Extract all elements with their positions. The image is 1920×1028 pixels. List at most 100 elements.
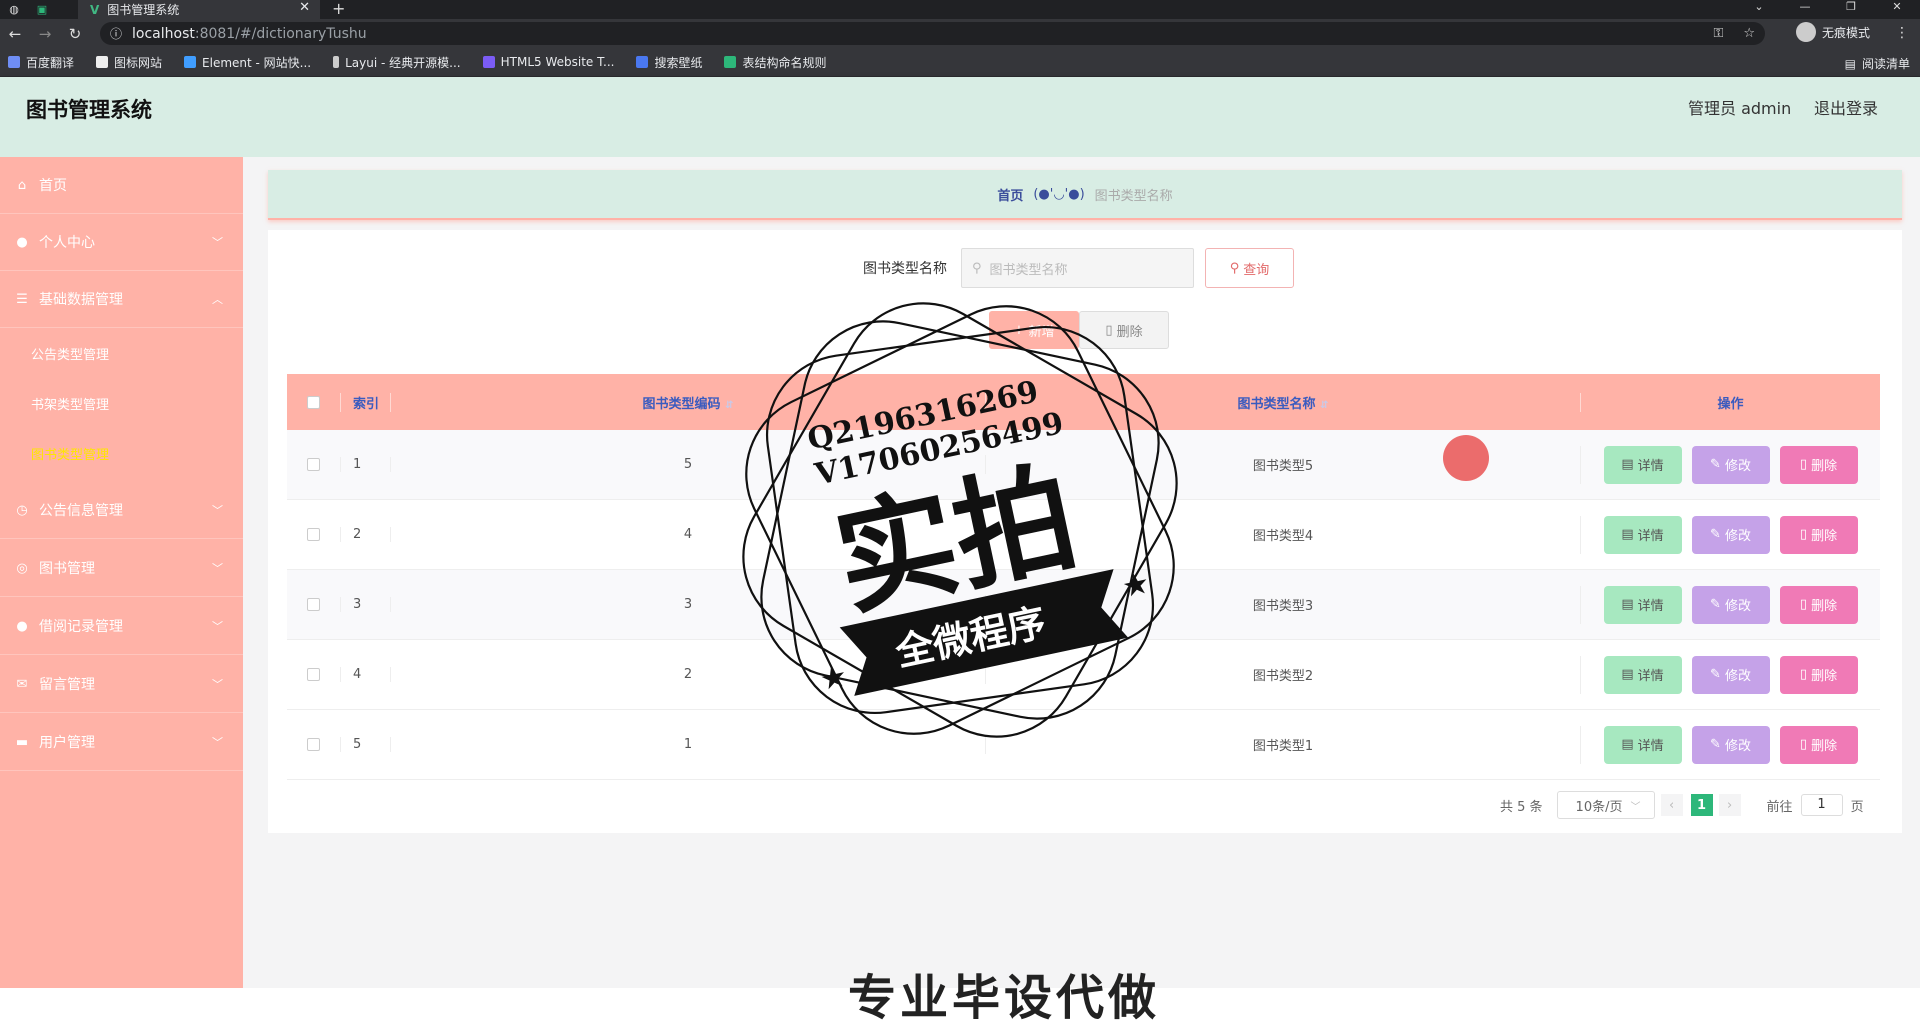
delete-button[interactable]: ▯ 删除 bbox=[1779, 725, 1858, 764]
goto-suffix: 页 bbox=[1850, 799, 1864, 815]
delete-button[interactable]: ▯ 删除 bbox=[1779, 585, 1858, 624]
sidebar-item-users[interactable]: ▬ 用户管理 ﹀ bbox=[0, 714, 243, 771]
edit-button[interactable]: ✎ 修改 bbox=[1691, 515, 1770, 554]
close-tab-icon[interactable]: ✕ bbox=[299, 0, 310, 15]
sidebar-item-profile[interactable]: ● 个人中心 ﹀ bbox=[0, 214, 243, 271]
total-count: 共 5 条 bbox=[1500, 799, 1543, 815]
sidebar-item-borrow[interactable]: ● 借阅记录管理 ﹀ bbox=[0, 598, 243, 655]
mail-icon: ✉ bbox=[16, 676, 28, 692]
home-icon: ⌂ bbox=[17, 177, 27, 193]
new-tab-button[interactable]: + bbox=[332, 0, 345, 18]
detail-button[interactable]: ▤ 详情 bbox=[1603, 515, 1682, 554]
sidebar-item-base-data[interactable]: ☰ 基础数据管理 ︿ bbox=[0, 271, 243, 328]
delete-button[interactable]: ▯ 删除 bbox=[1779, 515, 1858, 554]
bookmark-item[interactable]: 表结构命名规则 bbox=[724, 54, 826, 71]
row-checkbox[interactable] bbox=[307, 668, 320, 681]
bookmark-item[interactable]: Element - 网站快... bbox=[184, 54, 311, 71]
browser-menu-icon[interactable]: ⋮ bbox=[1895, 25, 1909, 41]
reading-list-icon: ▤ bbox=[1844, 56, 1856, 71]
col-header-index: 索引 bbox=[340, 392, 390, 412]
trash-icon: ▯ bbox=[1799, 667, 1808, 682]
bookmarks-bar: 百度翻译 图标网站 Element - 网站快... Layui - 经典开源模… bbox=[0, 48, 1920, 77]
pencil-icon: ✎ bbox=[1710, 597, 1721, 612]
reload-icon[interactable]: ↻ bbox=[60, 25, 90, 43]
search-placeholder: 图书类型名称 bbox=[989, 262, 1068, 278]
bookmark-item[interactable]: 搜索壁纸 bbox=[636, 54, 702, 71]
bookmark-item[interactable]: Layui - 经典开源模... bbox=[333, 54, 461, 71]
reading-list[interactable]: ▤ 阅读清单 bbox=[1845, 55, 1910, 72]
restore-icon[interactable]: ❐ bbox=[1828, 0, 1874, 13]
sidebar-item-notice[interactable]: ◷ 公告信息管理 ﹀ bbox=[0, 482, 243, 539]
forward-icon[interactable]: → bbox=[30, 25, 60, 43]
sidebar-item-books[interactable]: ◎ 图书管理 ﹀ bbox=[0, 540, 243, 597]
detail-button[interactable]: ▤ 详情 bbox=[1603, 655, 1682, 694]
url-path: :8081/#/dictionaryTushu bbox=[194, 25, 367, 42]
sidebar-item-messages[interactable]: ✉ 留言管理 ﹀ bbox=[0, 656, 243, 713]
pencil-icon: ✎ bbox=[1710, 667, 1721, 682]
close-window-icon[interactable]: ✕ bbox=[1874, 0, 1920, 13]
app-header: 图书管理系统 管理员 admin 退出登录 bbox=[0, 77, 1920, 157]
edit-button[interactable]: ✎ 修改 bbox=[1691, 655, 1770, 694]
chevron-up-icon: ︿ bbox=[212, 293, 223, 306]
search-icon: ⚲ bbox=[1229, 260, 1240, 276]
bookmark-item[interactable]: 图标网站 bbox=[96, 54, 162, 71]
edit-button[interactable]: ✎ 修改 bbox=[1691, 585, 1770, 624]
incognito-badge[interactable]: 无痕模式 bbox=[1796, 22, 1870, 42]
vue-icon: V bbox=[90, 2, 100, 17]
sidebar-sub-shelf-type[interactable]: 书架类型管理 bbox=[0, 378, 243, 428]
prev-page-button[interactable]: ‹ bbox=[1660, 794, 1683, 816]
delete-button[interactable]: ▯ 删除 bbox=[1779, 655, 1858, 694]
tab-title: 图书管理系统 bbox=[107, 3, 180, 17]
globe-icon[interactable]: ◍ bbox=[0, 0, 28, 19]
bookmark-item[interactable]: HTML5 Website T... bbox=[482, 55, 614, 69]
tab-search-icon[interactable]: ⌄ bbox=[1736, 0, 1782, 13]
sidebar-sub-book-type[interactable]: 图书类型管理 bbox=[0, 428, 243, 478]
row-checkbox[interactable] bbox=[307, 458, 320, 471]
sort-icon[interactable]: ⇵ bbox=[1320, 400, 1328, 411]
bookmark-item[interactable]: 百度翻译 bbox=[8, 54, 74, 71]
browser-tabbar: ◍ ▣ V 图书管理系统 ✕ + ⌄ — ❐ ✕ bbox=[0, 0, 1920, 19]
clock-icon: ◷ bbox=[16, 502, 28, 518]
row-checkbox[interactable] bbox=[307, 598, 320, 611]
chevron-down-icon: ﹀ bbox=[212, 562, 223, 575]
detail-button[interactable]: ▤ 详情 bbox=[1603, 445, 1682, 484]
select-all-checkbox[interactable] bbox=[307, 395, 320, 409]
user-name: 管理员 admin bbox=[1688, 99, 1792, 118]
sidebar-item-home[interactable]: ⌂ 首页 bbox=[0, 157, 243, 214]
goto-page-input[interactable]: 1 bbox=[1800, 794, 1843, 816]
cell-index: 3 bbox=[340, 597, 390, 612]
key-icon[interactable]: ⚿ bbox=[1713, 26, 1723, 41]
incognito-label: 无痕模式 bbox=[1822, 25, 1871, 40]
edit-button[interactable]: ✎ 修改 bbox=[1691, 725, 1770, 764]
cell-index: 4 bbox=[340, 667, 390, 682]
url-field[interactable]: ⓘ localhost:8081/#/dictionaryTushu ⚿ ☆ bbox=[100, 22, 1765, 45]
minimize-icon[interactable]: — bbox=[1782, 0, 1828, 13]
bookmark-icon bbox=[8, 56, 20, 68]
app-tab-icon[interactable]: ▣ bbox=[28, 0, 56, 19]
edit-button[interactable]: ✎ 修改 bbox=[1691, 445, 1770, 484]
next-page-button[interactable]: › bbox=[1718, 794, 1741, 816]
bookmark-icon bbox=[482, 56, 495, 68]
back-icon[interactable]: ← bbox=[0, 25, 30, 43]
cell-index: 2 bbox=[340, 527, 390, 542]
logout-link[interactable]: 退出登录 bbox=[1814, 95, 1878, 119]
delete-button[interactable]: ▯ 删除 bbox=[1779, 445, 1858, 484]
sidebar-sub-notice-type[interactable]: 公告类型管理 bbox=[0, 328, 243, 378]
info-icon: ⓘ bbox=[110, 27, 123, 41]
row-checkbox[interactable] bbox=[307, 528, 320, 541]
star-icon[interactable]: ☆ bbox=[1743, 26, 1755, 41]
breadcrumb: 首页 (●'◡'●) 图书类型名称 bbox=[268, 170, 1902, 220]
page-size-select[interactable]: 10条/页 ﹀ bbox=[1556, 791, 1655, 819]
detail-button[interactable]: ▤ 详情 bbox=[1603, 725, 1682, 764]
breadcrumb-home[interactable]: 首页 bbox=[997, 185, 1023, 204]
current-page[interactable]: 1 bbox=[1690, 794, 1713, 816]
browser-tab[interactable]: V 图书管理系统 ✕ bbox=[78, 0, 320, 19]
bookmark-icon bbox=[184, 56, 197, 68]
chevron-down-icon: ﹀ bbox=[212, 236, 223, 249]
row-checkbox[interactable] bbox=[307, 738, 320, 751]
query-button[interactable]: ⚲ 查询 bbox=[1205, 248, 1294, 288]
chevron-down-icon: ﹀ bbox=[212, 678, 223, 691]
detail-button[interactable]: ▤ 详情 bbox=[1603, 585, 1682, 624]
cell-index: 5 bbox=[340, 737, 390, 752]
doc-icon: ▤ bbox=[1621, 527, 1634, 542]
